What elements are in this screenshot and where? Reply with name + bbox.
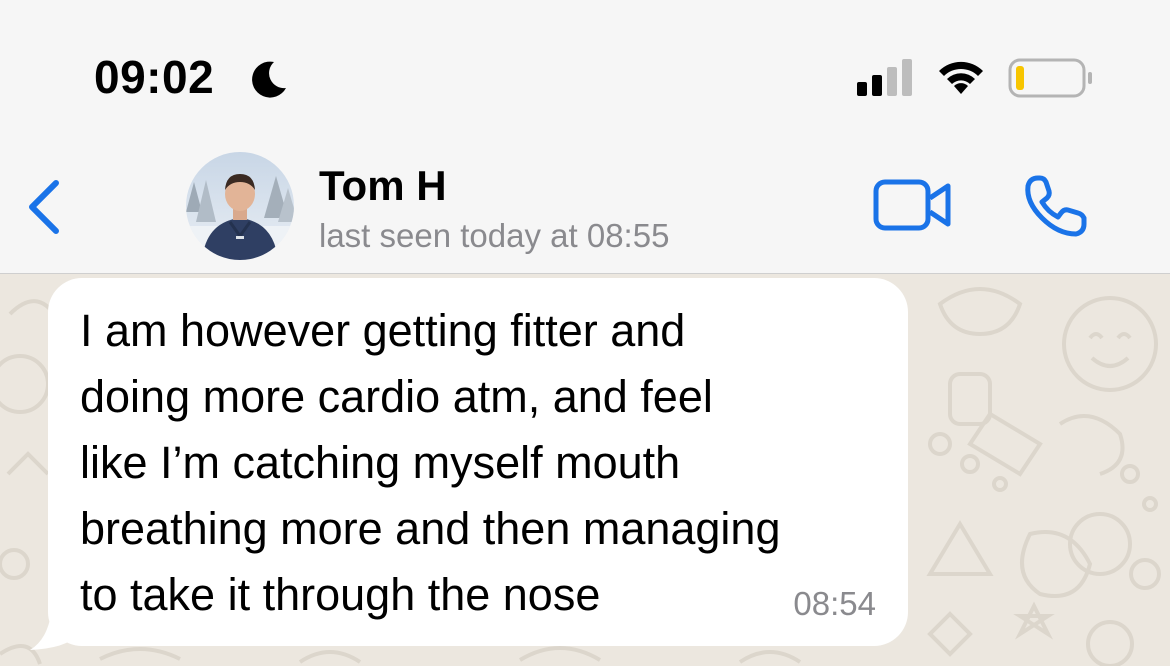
status-bar: 09:02 [0,0,1170,140]
status-time: 09:02 [94,51,215,103]
chat-area[interactable]: I am however getting fitter and doing mo… [0,274,1170,666]
chat-header: Tom H last seen today at 08:55 [0,140,1170,274]
message-line: I am however getting fitter and [80,305,686,356]
contact-name[interactable]: Tom H [319,162,447,210]
phone-icon [1025,175,1087,237]
back-button[interactable] [22,175,70,239]
message-line: to take it through the nose [80,569,601,620]
cellular-signal-icon [857,59,912,96]
message-line: breathing more and then managing [80,503,781,554]
last-seen-status: last seen today at 08:55 [319,217,670,254]
video-camera-icon [873,179,951,231]
avatar-photo [186,152,294,260]
message-timestamp: 08:54 [793,585,876,622]
message-bubble[interactable]: I am however getting fitter and doing mo… [48,278,908,646]
moon-icon [252,61,286,98]
message-line: doing more cardio atm, and feel [80,371,713,422]
chevron-left-icon [29,180,59,234]
wifi-icon [939,61,983,94]
voice-call-button[interactable] [1020,172,1090,242]
message-text: I am however getting fitter and doing mo… [80,298,900,628]
battery-low-icon [1008,58,1092,98]
message-line: like I’m catching myself mouth [80,437,681,488]
video-call-button[interactable] [872,176,954,234]
avatar[interactable] [186,152,294,260]
